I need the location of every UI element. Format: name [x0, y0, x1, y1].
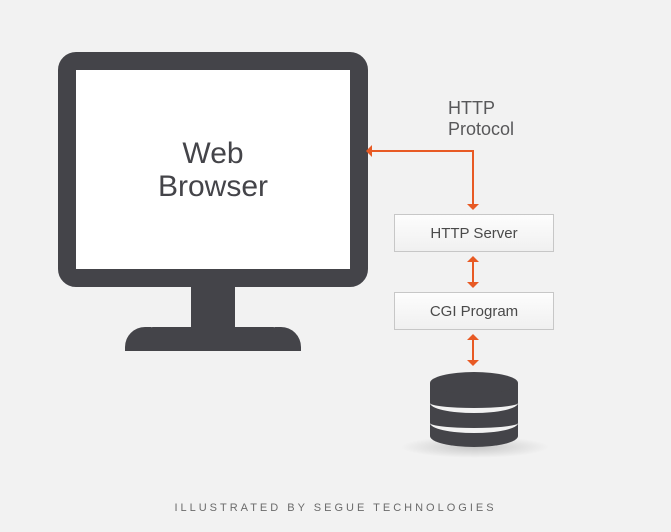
monitor-stand-base	[143, 327, 283, 351]
http-protocol-label-line2: Protocol	[448, 119, 514, 140]
arrow-httpserver-cgi	[472, 258, 474, 286]
arrow-protocol-down	[472, 150, 474, 208]
diagram-canvas: Web Browser HTTP Protocol HTTP Server CG…	[0, 0, 671, 532]
monitor-stand-neck	[191, 287, 235, 327]
web-browser-label: Web Browser	[158, 137, 268, 203]
arrow-cgi-database	[472, 336, 474, 364]
monitor-icon: Web Browser	[58, 52, 368, 287]
http-server-node: HTTP Server	[394, 214, 554, 252]
web-browser-label-line1: Web	[158, 137, 268, 170]
http-protocol-label: HTTP Protocol	[448, 98, 514, 139]
cgi-program-label: CGI Program	[430, 303, 518, 320]
cgi-program-node: CGI Program	[394, 292, 554, 330]
web-browser-node: Web Browser	[58, 52, 368, 351]
database-icon-band	[430, 393, 518, 413]
database-node	[430, 372, 518, 447]
http-server-label: HTTP Server	[430, 225, 517, 242]
database-icon-top	[430, 372, 518, 394]
arrow-browser-protocol	[368, 150, 474, 152]
web-browser-label-line2: Browser	[158, 170, 268, 203]
http-protocol-label-line1: HTTP	[448, 98, 514, 119]
attribution-text: ILLUSTRATED BY SEGUE TECHNOLOGIES	[0, 502, 671, 514]
database-icon-band	[430, 413, 518, 433]
